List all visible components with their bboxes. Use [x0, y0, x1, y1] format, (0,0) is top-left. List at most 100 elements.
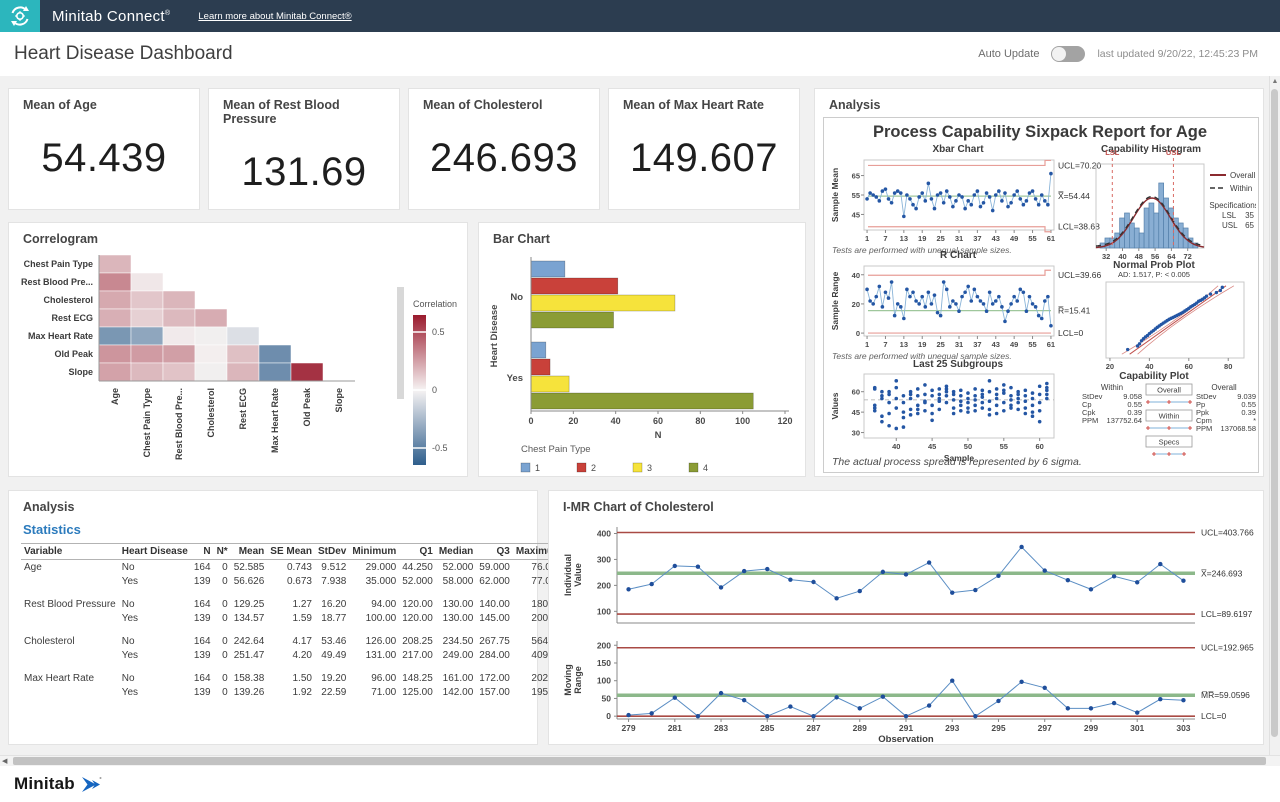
scroll-up-icon[interactable]: ▲	[1270, 78, 1280, 85]
header-right-controls: Auto Update last updated 9/20/22, 12:45:…	[978, 46, 1258, 62]
svg-text:0: 0	[856, 329, 860, 338]
panel-title: Analysis	[815, 89, 1263, 114]
svg-text:31: 31	[955, 340, 963, 349]
sixpack-report: Process Capability Sixpack Report for Ag…	[823, 117, 1259, 473]
toggle-knob	[1052, 47, 1066, 61]
svg-text:Rest Blood Pre...: Rest Blood Pre...	[21, 277, 93, 287]
svg-text:Moving: Moving	[563, 664, 573, 696]
scroll-left-icon[interactable]: ◀	[2, 757, 7, 765]
svg-text:200: 200	[597, 580, 611, 590]
svg-text:Old Peak: Old Peak	[54, 349, 94, 359]
svg-text:1: 1	[535, 463, 540, 473]
minitab-connect-logo	[0, 0, 40, 32]
imr-chart-panel: I-MR Chart of Cholesterol 100200300400UC…	[548, 490, 1264, 745]
table-row: Yes139056.6260.6737.93835.00052.00058.00…	[21, 574, 565, 588]
vertical-scrollbar-thumb[interactable]	[1271, 89, 1278, 737]
svg-text:60: 60	[852, 388, 860, 397]
table-row: Yes1390251.474.2049.49131.00217.00249.00…	[21, 648, 565, 662]
learn-more-link[interactable]: Learn more about Minitab Connect®	[198, 11, 351, 22]
kpi-card-mean-max-heart-rate: Mean of Max Heart Rate 149.607	[608, 88, 800, 210]
svg-text:37: 37	[973, 340, 981, 349]
svg-text:Within: Within	[1101, 383, 1123, 392]
svg-text:Sample Range: Sample Range	[830, 271, 840, 330]
dashboard-header: Heart Disease Dashboard Auto Update last…	[0, 32, 1280, 77]
kpi-value: 131.69	[209, 150, 399, 195]
svg-text:55: 55	[1000, 442, 1008, 451]
svg-text:80: 80	[1224, 362, 1232, 371]
svg-text:Observation: Observation	[878, 734, 934, 743]
svg-text:Rest ECG: Rest ECG	[238, 388, 248, 430]
panel-title: Correlogram	[9, 223, 467, 248]
svg-text:80: 80	[695, 416, 705, 426]
app-brand: Minitab Connect®	[52, 8, 170, 25]
statistics-heading: Statistics	[9, 516, 537, 541]
svg-text:300: 300	[597, 554, 611, 564]
last-updated-text: last updated 9/20/22, 12:45:23 PM	[1097, 48, 1258, 60]
svg-text:40: 40	[892, 442, 900, 451]
svg-text:303: 303	[1176, 723, 1190, 733]
vertical-scrollbar[interactable]: ▲	[1269, 76, 1280, 755]
panel-title: Bar Chart	[479, 223, 805, 248]
svg-text:AD: 1.517, P: < 0.005: AD: 1.517, P: < 0.005	[1118, 270, 1190, 279]
svg-text:4: 4	[703, 463, 708, 473]
svg-text:7: 7	[883, 234, 887, 243]
svg-text:Tests are performed with unequ: Tests are performed with unequal sample …	[832, 245, 1012, 255]
statistics-data-table: VariableHeart DiseaseNN*MeanSE MeanStDev…	[21, 543, 565, 699]
svg-text:137068.58: 137068.58	[1221, 424, 1256, 433]
svg-text:55: 55	[1028, 234, 1036, 243]
bar-chart: NoYes020406080100120NHeart DiseaseChest …	[485, 247, 801, 482]
svg-text:120: 120	[777, 416, 792, 426]
svg-text:100: 100	[735, 416, 750, 426]
kpi-label: Mean of Max Heart Rate	[609, 89, 799, 114]
imr-chart: 100200300400UCL=403.766X̅=246.693LCL=89.…	[555, 513, 1259, 748]
svg-text:Slope: Slope	[334, 388, 344, 413]
svg-text:Overall: Overall	[1157, 386, 1181, 395]
svg-text:1: 1	[865, 234, 869, 243]
page-title: Heart Disease Dashboard	[14, 43, 233, 65]
auto-update-toggle[interactable]	[1051, 46, 1085, 62]
kpi-card-mean-rest-blood-pressure: Mean of Rest Blood Pressure 131.69	[208, 88, 400, 210]
svg-text:295: 295	[991, 723, 1005, 733]
svg-text:Sample Mean: Sample Mean	[830, 168, 840, 222]
svg-text:Rest ECG: Rest ECG	[51, 313, 93, 323]
kpi-card-mean-age: Mean of Age 54.439	[8, 88, 200, 210]
svg-text:Within: Within	[1230, 184, 1252, 193]
svg-text:137752.64: 137752.64	[1107, 416, 1142, 425]
svg-text:LCL=89.6197: LCL=89.6197	[1201, 609, 1253, 619]
svg-text:40: 40	[611, 416, 621, 426]
svg-text:2: 2	[591, 463, 596, 473]
sixpack-svg: Process Capability Sixpack Report for Ag…	[824, 118, 1256, 470]
brand-trademark: ®	[165, 10, 170, 17]
svg-text:Overall: Overall	[1211, 383, 1237, 392]
svg-text:No: No	[510, 292, 523, 303]
top-navigation-bar: Minitab Connect® Learn more about Minita…	[0, 0, 1280, 32]
horizontal-scrollbar-thumb[interactable]	[13, 757, 1266, 765]
svg-text:283: 283	[714, 723, 728, 733]
svg-text:UCL=403.766: UCL=403.766	[1201, 528, 1254, 538]
svg-text:Capability Plot: Capability Plot	[1119, 371, 1189, 382]
svg-text:25: 25	[936, 234, 944, 243]
svg-text:Values: Values	[830, 392, 840, 419]
svg-text:UCL=70.20: UCL=70.20	[1058, 160, 1102, 170]
auto-update-label: Auto Update	[978, 48, 1039, 60]
footer-brand-text: Minitab	[14, 774, 75, 794]
svg-text:287: 287	[806, 723, 820, 733]
svg-text:400: 400	[597, 528, 611, 538]
svg-text:R Chart: R Chart	[940, 250, 977, 261]
svg-text:Range: Range	[573, 666, 583, 694]
svg-text:50: 50	[964, 442, 972, 451]
svg-text:19: 19	[918, 234, 926, 243]
svg-text:55: 55	[852, 191, 860, 200]
svg-text:293: 293	[945, 723, 959, 733]
svg-text:Process Capability Sixpack Rep: Process Capability Sixpack Report for Ag…	[873, 123, 1207, 141]
svg-text:297: 297	[1038, 723, 1052, 733]
svg-text:Age: Age	[110, 388, 120, 405]
svg-text:0: 0	[432, 385, 437, 395]
svg-text:150: 150	[597, 658, 611, 668]
kpi-label: Mean of Cholesterol	[409, 89, 599, 114]
svg-text:The actual process spread is r: The actual process spread is represented…	[832, 456, 1082, 468]
svg-text:7: 7	[883, 340, 887, 349]
table-row: Yes1390139.261.9222.5971.00125.00142.001…	[21, 685, 565, 699]
svg-text:65: 65	[1245, 221, 1254, 230]
svg-text:49: 49	[1010, 340, 1018, 349]
